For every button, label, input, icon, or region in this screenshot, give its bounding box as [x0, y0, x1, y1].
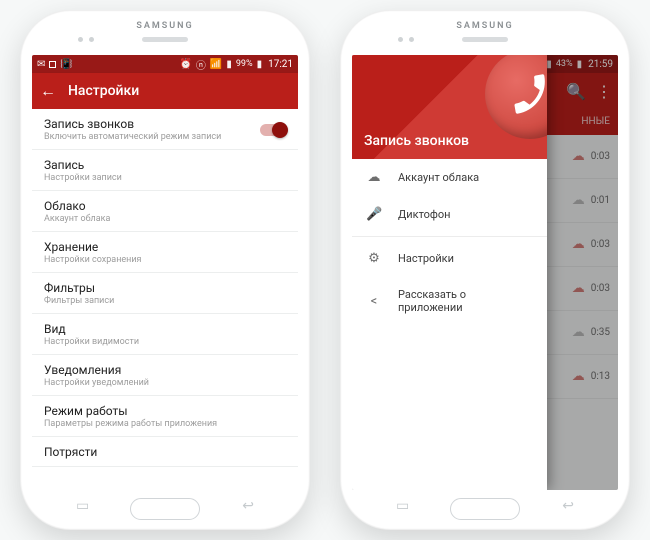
toggle-switch[interactable] [260, 124, 286, 136]
signal-icon: ▮ [226, 59, 232, 70]
speaker-slot [462, 37, 508, 42]
gear-icon: ⚙ [366, 251, 382, 266]
brand-label: SAMSUNG [340, 21, 630, 31]
phone-frame-right: SAMSUNG ᛒ 📳 📶 ▮ 43% ▮ 21:59 🔍 ⋮ ННЫЕ [340, 10, 630, 530]
setting-title: Хранение [44, 240, 286, 254]
setting-title: Облако [44, 199, 286, 213]
phone-icon [485, 55, 547, 139]
setting-subtitle: Настройки записи [44, 173, 286, 183]
setting-title: Вид [44, 322, 286, 336]
setting-title: Уведомления [44, 363, 286, 377]
drawer-item-label: Рассказать о приложении [398, 288, 533, 314]
battery-pct: 99% [236, 59, 253, 69]
brand-label: SAMSUNG [20, 21, 310, 31]
screen-right: ᛒ 📳 📶 ▮ 43% ▮ 21:59 🔍 ⋮ ННЫЕ ☁ 0:03 ☁ [352, 55, 618, 490]
drawer-item-share[interactable]: < Рассказать о приложении [352, 277, 547, 325]
drawer-item-cloud[interactable]: ☁ Аккаунт облака [352, 159, 547, 196]
setting-row-record[interactable]: Запись Настройки записи [32, 150, 298, 191]
nav-back-icon[interactable]: ↩ [562, 498, 574, 514]
nav-recent-icon[interactable]: ▭ [76, 498, 89, 514]
clock: 17:21 [268, 59, 293, 70]
vibrate-icon: 📳 [60, 59, 72, 70]
setting-title: Режим работы [44, 404, 286, 418]
setting-row-shake[interactable]: Потрясти [32, 437, 298, 467]
drawer-item-dictaphone[interactable]: 🎤 Диктофон [352, 196, 547, 233]
nfc-icon: ⓝ [196, 57, 206, 72]
setting-subtitle: Фильтры записи [44, 296, 286, 306]
drawer-item-label: Настройки [398, 252, 454, 265]
battery-icon: ▮ [257, 59, 263, 70]
setting-title: Запись [44, 158, 286, 172]
back-icon[interactable]: ← [40, 81, 56, 101]
setting-subtitle: Настройки видимости [44, 337, 286, 347]
setting-subtitle: Настройки сохранения [44, 255, 286, 265]
setting-title: Потрясти [44, 445, 286, 459]
setting-subtitle: Включить автоматический режим записи [44, 132, 260, 142]
home-button[interactable] [450, 498, 520, 520]
drawer-item-label: Аккаунт облака [398, 171, 479, 184]
drawer-header: Запись звонков [352, 55, 547, 159]
sensors [78, 37, 94, 42]
speaker-slot [142, 37, 188, 42]
mic-icon: 🎤 [366, 207, 382, 222]
drawer-item-settings[interactable]: ⚙ Настройки [352, 240, 547, 277]
setting-row-storage[interactable]: Хранение Настройки сохранения [32, 232, 298, 273]
mail-icon: ✉ [37, 59, 45, 70]
alarm-icon: ⏰ [179, 59, 191, 70]
setting-subtitle: Параметры режима работы приложения [44, 419, 286, 429]
drawer-item-label: Диктофон [398, 208, 451, 221]
setting-row-filters[interactable]: Фильтры Фильтры записи [32, 273, 298, 314]
setting-subtitle: Настройки уведомлений [44, 378, 286, 388]
setting-subtitle: Аккаунт облака [44, 214, 286, 224]
page-title: Настройки [68, 83, 139, 99]
nav-recent-icon[interactable]: ▭ [396, 498, 409, 514]
setting-row-mode[interactable]: Режим работы Параметры режима работы при… [32, 396, 298, 437]
setting-title: Запись звонков [44, 117, 260, 131]
app-icon [49, 61, 56, 68]
setting-row-cloud[interactable]: Облако Аккаунт облака [32, 191, 298, 232]
share-icon: < [366, 294, 382, 309]
setting-title: Фильтры [44, 281, 286, 295]
setting-row-notifications[interactable]: Уведомления Настройки уведомлений [32, 355, 298, 396]
sensors [398, 37, 414, 42]
setting-row-record-calls[interactable]: Запись звонков Включить автоматический р… [32, 109, 298, 150]
navigation-drawer: Запись звонков ☁ Аккаунт облака 🎤 Диктоф… [352, 55, 547, 490]
nav-back-icon[interactable]: ↩ [242, 498, 254, 514]
drawer-title: Запись звонков [364, 133, 469, 149]
wifi-icon: 📶 [210, 59, 222, 70]
status-bar: ✉ 📳 ⏰ ⓝ 📶 ▮ 99% ▮ 17:21 [32, 55, 298, 73]
app-bar: ← Настройки [32, 73, 298, 109]
setting-row-view[interactable]: Вид Настройки видимости [32, 314, 298, 355]
divider [352, 236, 547, 237]
screen-left: ✉ 📳 ⏰ ⓝ 📶 ▮ 99% ▮ 17:21 ← Настройки Запи… [32, 55, 298, 490]
cloud-icon: ☁ [366, 170, 382, 185]
home-button[interactable] [130, 498, 200, 520]
phone-frame-left: SAMSUNG ✉ 📳 ⏰ ⓝ 📶 ▮ 99% ▮ 17:21 ← Настро… [20, 10, 310, 530]
settings-list[interactable]: Запись звонков Включить автоматический р… [32, 109, 298, 490]
